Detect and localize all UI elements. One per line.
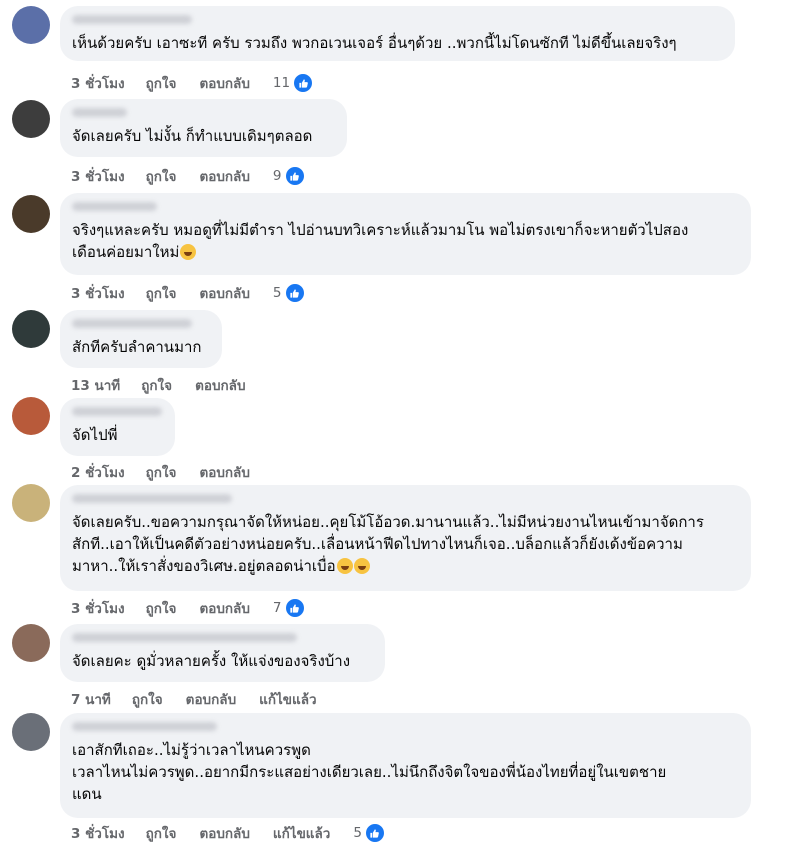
- reply-link[interactable]: ตอบกลับ: [199, 461, 249, 483]
- comment-text: เอาสักทีเถอะ..ไม่รู้ว่าเวลาไหนควรพูด เวล…: [72, 739, 739, 805]
- reply-link[interactable]: ตอบกลับ: [199, 282, 249, 304]
- comment-text-fragment: มาหา..ให้เราสั่งของวิเศษ.อยู่ตลอดน่าเบื่…: [72, 557, 336, 575]
- comment-actions: 13 นาที ถูกใจ ตอบกลับ: [71, 374, 269, 396]
- like-link[interactable]: ถูกใจ: [132, 688, 163, 710]
- comment-time[interactable]: 13 นาที: [71, 374, 120, 396]
- comment-text-line: เห็นด้วยครับ เอาซะที ครับ รวมถึง พวกอเวน…: [72, 34, 677, 52]
- like-link[interactable]: ถูกใจ: [146, 165, 177, 187]
- avatar[interactable]: [12, 310, 50, 348]
- comment-time[interactable]: 2 ชั่วโมง: [71, 461, 125, 483]
- reply-link[interactable]: ตอบกลับ: [195, 374, 245, 396]
- reply-link[interactable]: ตอบกลับ: [199, 822, 249, 844]
- comment-text-line: เวลาไหนไม่ควรพูด..อยากมีกระแสอย่างเดียวเ…: [72, 763, 667, 781]
- reply-link[interactable]: ตอบกลับ: [199, 597, 249, 619]
- comment-text: จัดเลยครับ ไม่งั้น ก็ทำแบบเดิมๆตลอด: [72, 125, 335, 147]
- like-link[interactable]: ถูกใจ: [141, 374, 172, 396]
- comment-actions: 3 ชั่วโมง ถูกใจ ตอบกลับ 9: [71, 165, 305, 187]
- edited-label: แก้ไขแล้ว: [272, 826, 331, 842]
- commenter-name-blurred: [72, 319, 192, 328]
- like-link[interactable]: ถูกใจ: [146, 461, 177, 483]
- commenter-name-blurred: [72, 633, 297, 642]
- like-reaction-icon[interactable]: [284, 166, 305, 186]
- comment-time[interactable]: 3 ชั่วโมง: [71, 822, 125, 844]
- comment-text-line: จัดเลยคะ ดูมั่วหลายครั้ง ให้แจ่งของจริงบ…: [72, 652, 351, 670]
- comment-bubble: จัดเลยคะ ดูมั่วหลายครั้ง ให้แจ่งของจริงบ…: [60, 624, 385, 682]
- comment-time[interactable]: 3 ชั่วโมง: [71, 165, 125, 187]
- comment-bubble: เห็นด้วยครับ เอาซะที ครับ รวมถึง พวกอเวน…: [60, 6, 735, 61]
- comment-bubble: จัดไปพี่: [60, 398, 175, 456]
- reaction-count[interactable]: 7: [273, 600, 282, 616]
- comment-actions: 3 ชั่วโมง ถูกใจ ตอบกลับ 5: [71, 282, 305, 304]
- comment-text-fragment: เดือนค่อยมาใหม่: [72, 243, 180, 261]
- avatar[interactable]: [12, 100, 50, 138]
- like-reaction-icon[interactable]: [364, 823, 385, 843]
- reply-link[interactable]: ตอบกลับ: [199, 72, 249, 94]
- comment-text: จัดไปพี่: [72, 424, 163, 446]
- avatar[interactable]: [12, 6, 50, 44]
- comment-actions: 7 นาที ถูกใจ ตอบกลับ แก้ไขแล้ว: [71, 688, 340, 710]
- comment-time[interactable]: 3 ชั่วโมง: [71, 72, 125, 94]
- comment-actions: 3 ชั่วโมง ถูกใจ ตอบกลับ แก้ไขแล้ว 5: [71, 822, 385, 844]
- commenter-name-blurred: [72, 202, 157, 211]
- comment-bubble: จัดเลยครับ ไม่งั้น ก็ทำแบบเดิมๆตลอด: [60, 99, 347, 157]
- comment-text-line: จัดไปพี่: [72, 426, 118, 444]
- like-link[interactable]: ถูกใจ: [146, 597, 177, 619]
- edited-label: แก้ไขแล้ว: [259, 692, 317, 708]
- like-reaction-icon[interactable]: [284, 283, 305, 303]
- comment-text: สักทีครับลำคานมาก: [72, 336, 210, 358]
- avatar[interactable]: [12, 624, 50, 662]
- reply-link[interactable]: ตอบกลับ: [199, 165, 249, 187]
- commenter-name-blurred: [72, 108, 127, 117]
- avatar[interactable]: [12, 713, 50, 751]
- avatar[interactable]: [12, 195, 50, 233]
- comment-actions: 3 ชั่วโมง ถูกใจ ตอบกลับ 11: [71, 72, 314, 94]
- comment-text-line: จริงๆแหละครับ หมอดูที่ไม่มีตำรา ไปอ่านบท…: [72, 221, 689, 239]
- comment-text: จริงๆแหละครับ หมอดูที่ไม่มีตำรา ไปอ่านบท…: [72, 219, 739, 263]
- comment-text: จัดเลยคะ ดูมั่วหลายครั้ง ให้แจ่งของจริงบ…: [72, 650, 373, 672]
- comment-text: เห็นด้วยครับ เอาซะที ครับ รวมถึง พวกอเวน…: [72, 32, 723, 54]
- comment-text: จัดเลยครับ..ขอความกรุณาจัดให้หน่อย..คุยโ…: [72, 511, 739, 577]
- comment-bubble: สักทีครับลำคานมาก: [60, 310, 222, 368]
- comment-actions: 3 ชั่วโมง ถูกใจ ตอบกลับ 7: [71, 597, 305, 619]
- commenter-name-blurred: [72, 722, 217, 731]
- laughing-emoji-icon: [180, 244, 197, 260]
- rofl-emoji-icon: [353, 558, 370, 574]
- reaction-count[interactable]: 9: [273, 168, 282, 184]
- like-link[interactable]: ถูกใจ: [146, 822, 177, 844]
- comment-text-line: เอาสักทีเถอะ..ไม่รู้ว่าเวลาไหนควรพูด: [72, 741, 311, 759]
- comment-text-line: เดือนค่อยมาใหม่: [72, 241, 739, 263]
- comment-time[interactable]: 3 ชั่วโมง: [71, 597, 125, 619]
- rofl-emoji-icon: [336, 558, 353, 574]
- comment-time[interactable]: 7 นาที: [71, 688, 111, 710]
- avatar[interactable]: [12, 397, 50, 435]
- comment-time[interactable]: 3 ชั่วโมง: [71, 282, 125, 304]
- reaction-count[interactable]: 5: [273, 285, 282, 301]
- comment-text-line: มาหา..ให้เราสั่งของวิเศษ.อยู่ตลอดน่าเบื่…: [72, 555, 739, 577]
- commenter-name-blurred: [72, 494, 232, 503]
- avatar[interactable]: [12, 484, 50, 522]
- like-reaction-icon[interactable]: [284, 598, 305, 618]
- comment-bubble: จริงๆแหละครับ หมอดูที่ไม่มีตำรา ไปอ่านบท…: [60, 193, 751, 275]
- comment-text-line: จัดเลยครับ..ขอความกรุณาจัดให้หน่อย..คุยโ…: [72, 513, 704, 531]
- like-reaction-icon[interactable]: [293, 73, 314, 93]
- comment-text-line: สักที..เอาให้เป็นคดีตัวอย่างหน่อยครับ..เ…: [72, 535, 683, 553]
- comment-text-line: จัดเลยครับ ไม่งั้น ก็ทำแบบเดิมๆตลอด: [72, 127, 313, 145]
- like-link[interactable]: ถูกใจ: [146, 72, 177, 94]
- commenter-name-blurred: [72, 15, 192, 24]
- comment-bubble: จัดเลยครับ..ขอความกรุณาจัดให้หน่อย..คุยโ…: [60, 485, 751, 591]
- reaction-count[interactable]: 11: [273, 75, 290, 91]
- comment-text-line: แดน: [72, 785, 102, 803]
- commenter-name-blurred: [72, 407, 162, 416]
- comment-actions: 2 ชั่วโมง ถูกใจ ตอบกลับ: [71, 461, 273, 483]
- like-link[interactable]: ถูกใจ: [146, 282, 177, 304]
- comment-text-line: สักทีครับลำคานมาก: [72, 338, 202, 356]
- reply-link[interactable]: ตอบกลับ: [186, 688, 236, 710]
- comment-bubble: เอาสักทีเถอะ..ไม่รู้ว่าเวลาไหนควรพูด เวล…: [60, 713, 751, 818]
